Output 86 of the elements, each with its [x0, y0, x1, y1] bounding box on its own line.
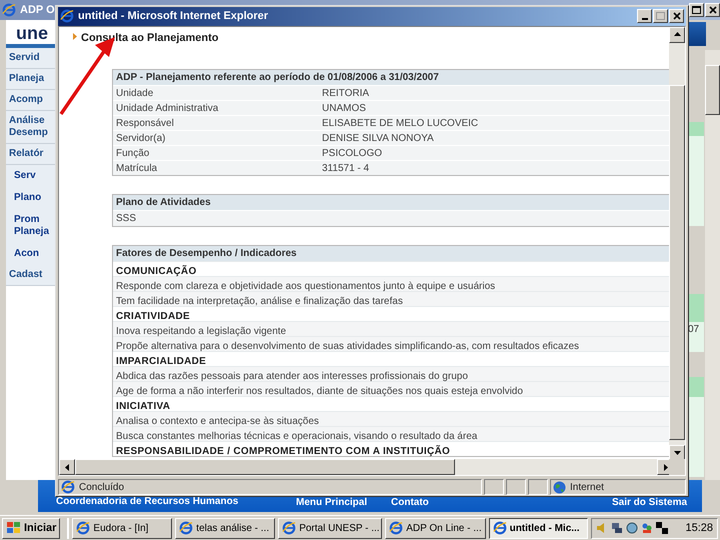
scroll-arrow-button[interactable]: [59, 459, 75, 476]
footer-title: Coordenadoria de Recursos Humanos: [56, 497, 238, 507]
field-label: Unidade Administrativa: [115, 102, 220, 115]
field-value: ELISABETE DE MELO LUCOVEIC: [321, 116, 480, 130]
factor-title: INICIATIVA: [116, 400, 170, 412]
table-cell: [688, 122, 704, 136]
status-text: Concluído: [79, 480, 124, 495]
indicator-text: Analisa o contexto e antecipa-se às situações: [116, 416, 319, 427]
clock-icon[interactable]: [626, 522, 638, 534]
taskbar-button[interactable]: ADP On Line - ...: [385, 518, 486, 538]
scrollbar-thumb[interactable]: [705, 65, 720, 115]
factor-title: RESPONSABILIDADE / COMPROMETIMENTO COM A INSTITUIÇÃO: [116, 446, 450, 457]
app-icon: [492, 521, 507, 535]
field-label: Servidor(a): [115, 132, 166, 145]
scroll-arrow-button[interactable]: [669, 26, 685, 43]
vertical-scrollbar[interactable]: [669, 26, 685, 461]
field-label: Matrícula: [115, 162, 158, 175]
clock: 15:28: [685, 520, 714, 536]
indicator-text: Responde com clareza e objetividade aos questionamentos junto à equipe e usuários: [116, 280, 496, 292]
indicator-text: Age de forma a não interferir nos resultados, diante de situações nos quais esteja envolvido: [116, 386, 523, 397]
scrollbar[interactable]: [705, 50, 720, 480]
app-icon: [282, 521, 296, 535]
footer-link[interactable]: Sair do Sistema: [604, 497, 688, 509]
indicator-text: Abdica das razões pessoais para atender aos interesses profissionais do grupo: [116, 370, 468, 382]
maximize-icon: [692, 6, 701, 14]
maximize-icon: [656, 12, 665, 20]
field-label: Unidade: [115, 86, 154, 100]
activity-text: SSS: [116, 212, 136, 224]
page-icon: [61, 480, 75, 494]
menu-item[interactable]: Serv: [6, 165, 55, 187]
banner-graphic: [688, 22, 706, 46]
indicator-text: Busca constantes melhorias técnicas e operacionais, visando o resultado da área: [116, 430, 478, 442]
status-panel: [506, 479, 526, 496]
indicator-text: Propõe alternativa para o desenvolvimento de suas atividades simplificando-as, com resultados eficazes: [116, 340, 580, 352]
triangle-icon: [73, 32, 77, 40]
factor-title: IMPARCIALIDADE: [116, 356, 206, 367]
taskbar-button[interactable]: Portal UNESP - ...: [278, 518, 382, 538]
checker-icon[interactable]: [656, 522, 668, 534]
minimize-button[interactable]: [637, 9, 652, 23]
maximize-button[interactable]: [653, 9, 668, 23]
scrollbar-thumb[interactable]: [75, 459, 455, 476]
footer-link[interactable]: Menu Principal: [288, 497, 368, 509]
indicator-text: Tem facilidade na interpretação, análise e finalização das tarefas: [116, 296, 403, 307]
triangle-icon: [674, 31, 680, 38]
field-value: DENISE SILVA NONOYA: [321, 132, 435, 145]
menu-item[interactable]: Prom Planeja: [6, 209, 55, 243]
field-value: UNAMOS: [321, 102, 367, 115]
table-cell: [688, 377, 704, 397]
close-icon: [708, 6, 716, 14]
status-panel: [484, 479, 504, 496]
browser-icon: [2, 3, 16, 17]
app-icon: [179, 521, 194, 535]
scroll-arrow-button[interactable]: [669, 444, 685, 461]
factor-title: CRIATIVIDADE: [116, 310, 190, 322]
menu-item[interactable]: Acon: [6, 243, 55, 265]
close-button[interactable]: [669, 9, 684, 23]
zone-text: Internet: [570, 480, 604, 495]
status-panel: [528, 479, 548, 496]
close-icon: [672, 12, 680, 20]
field-label: Função: [115, 146, 150, 160]
app-icon: [389, 521, 404, 535]
browser-icon: [60, 9, 74, 24]
window-title: ADP O: [20, 2, 55, 18]
app-icon: [76, 521, 90, 535]
factor-title: COMUNICAÇÃO: [116, 266, 197, 277]
field-value: PSICOLOGO: [321, 146, 384, 160]
window-title: untitled - Microsoft Internet Explorer: [78, 9, 268, 24]
taskbar-button[interactable]: Eudora - [In]: [72, 518, 172, 538]
globe-icon: [553, 480, 566, 494]
taskbar-button[interactable]: untitled - Mic...: [488, 518, 588, 538]
footer-link[interactable]: Contato: [383, 497, 429, 509]
table-cell: [688, 294, 704, 322]
table-cell: [688, 322, 704, 352]
field-label: Responsável: [115, 116, 175, 130]
taskbar-button[interactable]: telas análise - ...: [175, 518, 276, 538]
triangle-icon: [64, 464, 70, 471]
close-button[interactable]: [705, 3, 720, 17]
menu-item[interactable]: Plano: [6, 187, 55, 209]
windows-logo-icon: [6, 521, 22, 535]
start-button[interactable]: Iniciar: [2, 518, 60, 538]
network-icon[interactable]: [611, 522, 624, 534]
field-value: 311571 - 4: [321, 162, 370, 175]
scrollbar-thumb[interactable]: [669, 84, 685, 440]
field-value: REITORIA: [321, 86, 370, 100]
maximize-button[interactable]: [689, 3, 704, 17]
indicator-text: Inova respeitando a legislação vigente: [116, 326, 286, 337]
